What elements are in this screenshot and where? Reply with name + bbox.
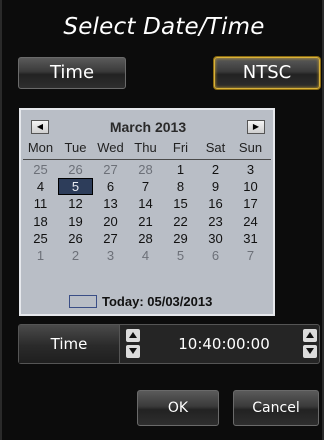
time-value-spinner-right[interactable] (303, 329, 317, 359)
calendar-day[interactable]: 6 (93, 178, 128, 195)
calendar-day[interactable]: 26 (58, 161, 93, 178)
calendar-day[interactable]: 21 (128, 213, 163, 230)
calendar-week-row: 1234567 (23, 247, 271, 264)
calendar-day[interactable]: 16 (198, 195, 233, 212)
calendar-day[interactable]: 2 (58, 247, 93, 264)
weekday-label: Sun (238, 140, 263, 155)
calendar-day[interactable]: 4 (128, 247, 163, 264)
next-month-button[interactable]: ▶ (247, 120, 265, 134)
calendar-day[interactable]: 3 (233, 161, 268, 178)
calendar-day[interactable]: 18 (23, 213, 58, 230)
calendar-week-row: 11 12 13 14 15 16 17 (23, 195, 271, 212)
time-field-spinner-left[interactable] (126, 329, 140, 359)
calendar-week-row: 4 5 6 7 8 9 10 (23, 178, 271, 196)
calendar-day[interactable]: 2 (198, 161, 233, 178)
calendar-day[interactable]: 30 (198, 230, 233, 247)
calendar-day[interactable]: 14 (128, 195, 163, 212)
calendar-day[interactable]: 6 (198, 247, 233, 264)
calendar-day[interactable]: 28 (128, 230, 163, 247)
calendar-day[interactable]: 11 (23, 195, 58, 212)
calendar-week-row: 25 26 27 28 29 30 31 (23, 230, 271, 247)
calendar-day[interactable]: 20 (93, 213, 128, 230)
weekday-label: Thu (134, 140, 157, 155)
calendar-day[interactable]: 10 (233, 178, 268, 195)
calendar-day[interactable]: 15 (163, 195, 198, 212)
spin-down-icon[interactable] (303, 345, 317, 358)
time-row: Time 10:40:00:00 (18, 324, 320, 364)
calendar-day[interactable]: 1 (23, 247, 58, 264)
ok-button[interactable]: OK (137, 390, 219, 426)
calendar-day[interactable]: 22 (163, 213, 198, 230)
calendar-day[interactable]: 23 (198, 213, 233, 230)
today-label: Today: 05/03/2013 (102, 294, 213, 309)
dialog-title: Select Date/Time (63, 14, 265, 40)
calendar-day[interactable]: 17 (233, 195, 268, 212)
month-label: March 2013 (109, 119, 187, 135)
time-mode-button[interactable]: Time (18, 57, 126, 89)
spin-down-icon[interactable] (126, 345, 140, 358)
weekday-label: Wed (97, 140, 124, 155)
calendar-day[interactable]: 28 (128, 161, 163, 178)
calendar-week-row: 25 26 27 28 1 2 3 (23, 161, 271, 178)
weekday-header: Mon Tue Wed Thu Fri Sat Sun (23, 139, 271, 160)
calendar-day[interactable]: 7 (233, 247, 268, 264)
calendar-day[interactable]: 3 (93, 247, 128, 264)
calendar-day[interactable]: 26 (58, 230, 93, 247)
ntsc-button[interactable]: NTSC (214, 57, 320, 89)
cancel-button[interactable]: Cancel (233, 390, 319, 426)
calendar-day[interactable]: 27 (93, 161, 128, 178)
calendar-day[interactable]: 4 (23, 178, 58, 195)
calendar-day[interactable]: 8 (163, 178, 198, 195)
prev-month-button[interactable]: ◀ (31, 120, 49, 134)
calendar-day[interactable]: 31 (233, 230, 268, 247)
calendar: ◀ March 2013 ▶ Mon Tue Wed Thu Fri Sat S… (19, 108, 275, 316)
calendar-week-row: 18 19 20 21 22 23 24 (23, 213, 271, 230)
calendar-day[interactable]: 5 (163, 247, 198, 264)
calendar-day[interactable]: 25 (23, 161, 58, 178)
time-field-label: Time (19, 325, 120, 363)
calendar-day[interactable]: 1 (163, 161, 198, 178)
calendar-header: ◀ March 2013 ▶ (27, 116, 269, 138)
calendar-day[interactable]: 25 (23, 230, 58, 247)
spin-up-icon[interactable] (303, 329, 317, 342)
calendar-day[interactable]: 9 (198, 178, 233, 195)
calendar-day[interactable]: 24 (233, 213, 268, 230)
today-marker (69, 295, 97, 308)
spin-up-icon[interactable] (126, 329, 140, 342)
calendar-day[interactable]: 12 (58, 195, 93, 212)
calendar-day[interactable]: 29 (163, 230, 198, 247)
calendar-day[interactable]: 7 (128, 178, 163, 195)
calendar-day[interactable]: 13 (93, 195, 128, 212)
time-value[interactable]: 10:40:00:00 (159, 325, 289, 363)
weekday-label: Sat (205, 140, 226, 155)
date-time-dialog: Select Date/Time Time NTSC ◀ March 2013 … (0, 0, 324, 440)
arrow-right-icon: ▶ (252, 122, 260, 131)
arrow-left-icon: ◀ (36, 122, 44, 131)
weekday-label: Fri (172, 140, 189, 155)
calendar-day[interactable]: 27 (93, 230, 128, 247)
calendar-day[interactable]: 19 (58, 213, 93, 230)
weekday-label: Mon (27, 140, 54, 155)
calendar-day-selected[interactable]: 5 (58, 178, 93, 196)
weekday-label: Tue (64, 140, 87, 155)
